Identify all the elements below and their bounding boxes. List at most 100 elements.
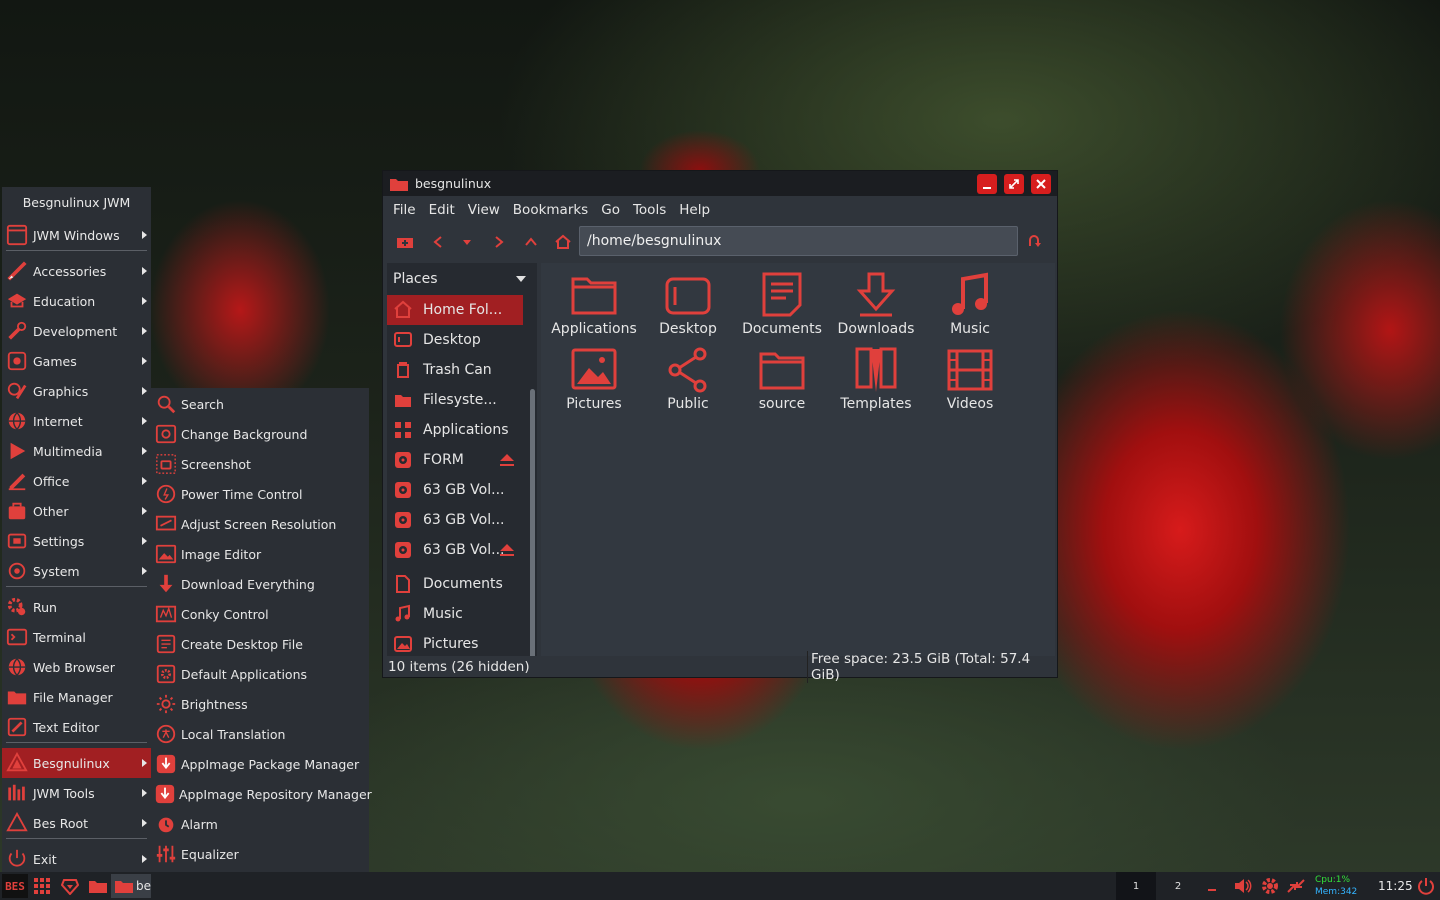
submenu-item-search[interactable]: Search	[151, 389, 369, 419]
clock[interactable]: 11:25	[1378, 879, 1413, 893]
place-item[interactable]: FORM	[387, 445, 523, 475]
browser-launcher[interactable]	[59, 874, 81, 898]
file-item[interactable]: Documents	[735, 269, 829, 343]
submenu-item-appimage-package-manager[interactable]: AppImage Package Manager	[151, 749, 369, 779]
eject-icon[interactable]	[499, 453, 515, 467]
file-item[interactable]: Videos	[923, 344, 1017, 418]
refresh-button[interactable]	[1024, 232, 1044, 252]
menu-item-terminal[interactable]: Terminal	[2, 622, 151, 652]
network-button[interactable]	[1285, 874, 1307, 898]
home-button[interactable]	[553, 232, 573, 252]
menu-item-text-editor[interactable]: Text Editor	[2, 712, 151, 742]
menu-item-office[interactable]: Office	[2, 466, 151, 496]
submenu-item-image-editor[interactable]: Image Editor	[151, 539, 369, 569]
task-file-manager[interactable]: be	[111, 874, 151, 898]
back-button[interactable]	[428, 232, 448, 252]
settings-button[interactable]	[1259, 874, 1281, 898]
place-item[interactable]: Music	[387, 599, 523, 629]
places-dropdown[interactable]: Places	[387, 263, 537, 295]
submenu-item-alarm[interactable]: Alarm	[151, 809, 369, 839]
menu-item-accessories[interactable]: Accessories	[2, 256, 151, 286]
file-label: Documents	[742, 321, 822, 337]
place-icon	[393, 540, 413, 560]
menu-item-other[interactable]: Other	[2, 496, 151, 526]
new-tab-button[interactable]	[395, 232, 415, 252]
submenu-item-brightness[interactable]: Brightness	[151, 689, 369, 719]
file-item[interactable]: Pictures	[547, 344, 641, 418]
menu-item-file-manager[interactable]: File Manager	[2, 682, 151, 712]
place-item[interactable]: Trash Can	[387, 355, 523, 385]
submenu-item-default-applications[interactable]: Default Applications	[151, 659, 369, 689]
close-button[interactable]	[1031, 174, 1051, 194]
menu-item-games[interactable]: Games	[2, 346, 151, 376]
path-bar[interactable]: /home/besgnulinux	[579, 226, 1018, 256]
place-item[interactable]: 63 GB Vol...	[387, 475, 523, 505]
place-item[interactable]: Pictures	[387, 629, 523, 656]
place-item[interactable]: Filesyste...	[387, 385, 523, 415]
file-manager-launcher[interactable]	[87, 874, 109, 898]
menu-item-jwm-tools[interactable]: JWM Tools	[2, 778, 151, 808]
menu-help[interactable]: Help	[679, 202, 710, 218]
file-item[interactable]: Public	[641, 344, 735, 418]
file-item[interactable]: source	[735, 344, 829, 418]
submenu-item-local-translation[interactable]: Local Translation	[151, 719, 369, 749]
menu-item-jwm-windows[interactable]: JWM Windows	[2, 220, 151, 250]
status-free-space: Free space: 23.5 GiB (Total: 57.4 GiB)	[807, 650, 1057, 683]
file-item[interactable]: Templates	[829, 344, 923, 418]
menu-item-education[interactable]: Education	[2, 286, 151, 316]
workspace-1[interactable]: 1	[1116, 872, 1156, 900]
submenu-item-conky-control[interactable]: Conky Control	[151, 599, 369, 629]
menu-item-development[interactable]: Development	[2, 316, 151, 346]
file-item[interactable]: Applications	[547, 269, 641, 343]
menu-item-settings[interactable]: Settings	[2, 526, 151, 556]
minimize-all-button[interactable]	[1202, 874, 1222, 898]
menu-item-web-browser[interactable]: Web Browser	[2, 652, 151, 682]
shutdown-button[interactable]	[1414, 874, 1438, 898]
menu-item-besgnulinux[interactable]: Besgnulinux	[2, 748, 151, 778]
place-item[interactable]: Applications	[387, 415, 523, 445]
menu-item-system[interactable]: System	[2, 556, 151, 586]
submenu-item-screenshot[interactable]: Screenshot	[151, 449, 369, 479]
submenu-item-appimage-repository-manager[interactable]: AppImage Repository Manager	[151, 779, 372, 809]
menu-view[interactable]: View	[468, 202, 500, 218]
menu-file[interactable]: File	[393, 202, 416, 218]
submenu-item-change-background[interactable]: Change Background	[151, 419, 369, 449]
menu-item-exit[interactable]: Exit	[2, 844, 151, 874]
menu-item-label: Bes Root	[33, 815, 89, 831]
menu-item-graphics[interactable]: Graphics	[2, 376, 151, 406]
submenu-item-create-desktop-file[interactable]: Create Desktop File	[151, 629, 369, 659]
history-button[interactable]	[457, 232, 477, 252]
submenu-item-equalizer[interactable]: Equalizer	[151, 839, 369, 869]
place-item[interactable]: Home Fol...	[387, 295, 523, 325]
sidebar-scrollbar[interactable]	[530, 389, 535, 656]
place-item[interactable]: Documents	[387, 569, 523, 599]
menu-go[interactable]: Go	[601, 202, 620, 218]
maximize-button[interactable]	[1004, 174, 1024, 194]
file-item[interactable]: Downloads	[829, 269, 923, 343]
submenu-item-adjust-screen-resolution[interactable]: Adjust Screen Resolution	[151, 509, 369, 539]
place-item[interactable]: 63 GB Vol...	[387, 505, 523, 535]
workspace-2[interactable]: 2	[1158, 872, 1198, 900]
volume-button[interactable]	[1232, 874, 1254, 898]
menu-tools[interactable]: Tools	[633, 202, 666, 218]
menu-item-run[interactable]: Run	[2, 592, 151, 622]
eject-icon[interactable]	[499, 543, 515, 557]
place-item[interactable]: 63 GB Vol...	[387, 535, 523, 565]
submenu-item-download-everything[interactable]: Download Everything	[151, 569, 369, 599]
menu-edit[interactable]: Edit	[429, 202, 455, 218]
start-button[interactable]: BES	[2, 874, 28, 898]
place-item[interactable]: Desktop	[387, 325, 523, 355]
menu-item-multimedia[interactable]: Multimedia	[2, 436, 151, 466]
file-item[interactable]: Music	[923, 269, 1017, 343]
menu-item-bes-root[interactable]: Bes Root	[2, 808, 151, 838]
window-titlebar[interactable]: besgnulinux	[383, 171, 1057, 196]
menu-bookmarks[interactable]: Bookmarks	[513, 202, 588, 218]
forward-button[interactable]	[489, 232, 509, 252]
show-apps-button[interactable]	[31, 874, 53, 898]
menu-item-internet[interactable]: Internet	[2, 406, 151, 436]
file-item[interactable]: Desktop	[641, 269, 735, 343]
up-button[interactable]	[521, 232, 541, 252]
submenu-item-power-time-control[interactable]: Power Time Control	[151, 479, 369, 509]
place-label: Music	[423, 606, 463, 622]
minimize-button[interactable]	[977, 174, 997, 194]
